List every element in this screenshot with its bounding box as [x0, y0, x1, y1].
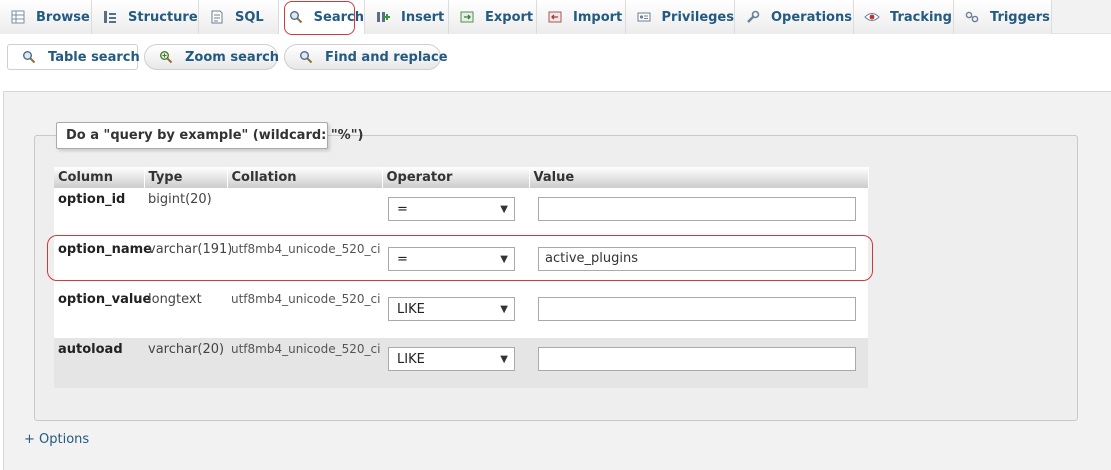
fieldset-legend: Do a "query by example" (wildcard: "%") [56, 122, 363, 149]
column-name: option_id [54, 188, 144, 238]
header-type: Type [144, 167, 228, 188]
column-type: varchar(20) [144, 338, 227, 388]
operator-value: = [397, 201, 408, 217]
tab-insert[interactable]: Insert [365, 0, 449, 34]
subtab-find-and-replace[interactable]: Find and replace [284, 44, 448, 70]
tab-sql[interactable]: SQL [199, 0, 279, 34]
tab-tracking[interactable]: Tracking [854, 0, 954, 34]
column-name: autoload [54, 338, 144, 388]
structure-icon [102, 9, 118, 25]
value-input[interactable] [538, 197, 856, 221]
sql-icon [209, 9, 225, 25]
header-value: Value [529, 167, 869, 188]
tab-label: Operations [771, 9, 852, 25]
tab-privileges[interactable]: Privileges [626, 0, 735, 34]
chevron-down-icon: ▼ [500, 253, 508, 265]
column-collation: utf8mb4_unicode_520_ci [227, 288, 382, 338]
subtab-label: Zoom search [185, 49, 280, 65]
import-icon [547, 9, 563, 25]
tab-label: Export [485, 9, 534, 25]
export-icon [459, 9, 475, 25]
value-input[interactable]: active_plugins [538, 247, 856, 271]
wrench-icon [745, 9, 761, 25]
column-collation: utf8mb4_unicode_520_ci [227, 338, 382, 388]
tab-export[interactable]: Export [449, 0, 537, 34]
options-link[interactable]: + Options [24, 432, 89, 447]
tab-label: Tracking [890, 9, 952, 25]
table-row: option_id bigint(20) = ▼ [54, 188, 868, 238]
header-operator: Operator [382, 167, 530, 188]
tab-browse[interactable]: Browse [0, 0, 92, 34]
tab-label: SQL [235, 9, 264, 25]
chevron-down-icon: ▼ [500, 203, 508, 215]
operator-select[interactable]: LIKE ▼ [388, 347, 515, 371]
column-type: varchar(191) [144, 238, 232, 288]
triggers-icon [964, 9, 980, 25]
tab-label: Insert [401, 9, 445, 25]
chevron-down-icon: ▼ [500, 303, 508, 315]
operator-select[interactable]: LIKE ▼ [388, 297, 515, 321]
subtab-label: Find and replace [325, 49, 448, 65]
magnifier-icon [299, 49, 313, 65]
subtab-zoom-search[interactable]: Zoom search [144, 44, 280, 70]
privileges-icon [636, 9, 652, 25]
column-name: option_value [54, 288, 151, 338]
eye-icon [864, 9, 880, 25]
search-tab-highlight [284, 1, 355, 35]
operator-value: LIKE [397, 301, 425, 317]
tab-label: Structure [128, 9, 198, 25]
column-type: bigint(20) [144, 188, 227, 238]
tab-search[interactable]: Search [279, 0, 365, 35]
column-type: longtext [144, 288, 227, 338]
tab-structure[interactable]: Structure [92, 0, 199, 34]
table-row: option_name varchar(191) utf8mb4_unicode… [54, 238, 868, 288]
column-name: option_name [54, 238, 152, 288]
insert-icon [375, 9, 391, 25]
browse-icon [10, 9, 26, 25]
tab-label: Browse [36, 9, 90, 25]
table-row: autoload varchar(20) utf8mb4_unicode_520… [54, 338, 868, 388]
magnifier-icon [22, 49, 36, 65]
table-header-row: Column Type Collation Operator Value [54, 167, 869, 188]
subtab-label: Table search [48, 49, 140, 65]
operator-value: LIKE [397, 351, 425, 367]
table-row: option_value longtext utf8mb4_unicode_52… [54, 288, 868, 338]
subtab-table-search[interactable]: Table search [7, 44, 140, 70]
operator-select[interactable]: = ▼ [388, 197, 515, 221]
zoom-icon [159, 49, 173, 65]
query-by-example-table: Column Type Collation Operator Value opt… [54, 167, 869, 388]
tab-triggers[interactable]: Triggers [954, 0, 1052, 34]
operator-select[interactable]: = ▼ [388, 247, 515, 271]
value-input[interactable] [538, 347, 856, 371]
top-tab-bar: Browse Structure SQL Search Insert Expor… [0, 0, 1111, 35]
tab-label: Privileges [661, 9, 734, 25]
tab-import[interactable]: Import [537, 0, 626, 34]
column-collation [227, 188, 382, 238]
value-input[interactable] [538, 297, 856, 321]
header-collation: Collation [227, 167, 383, 188]
header-column: Column [54, 167, 145, 188]
operator-value: = [397, 251, 408, 267]
chevron-down-icon: ▼ [500, 353, 508, 365]
tab-operations[interactable]: Operations [735, 0, 854, 34]
tab-label: Import [573, 9, 623, 25]
column-collation: utf8mb4_unicode_520_ci [227, 238, 382, 288]
tab-label: Triggers [990, 9, 1050, 25]
